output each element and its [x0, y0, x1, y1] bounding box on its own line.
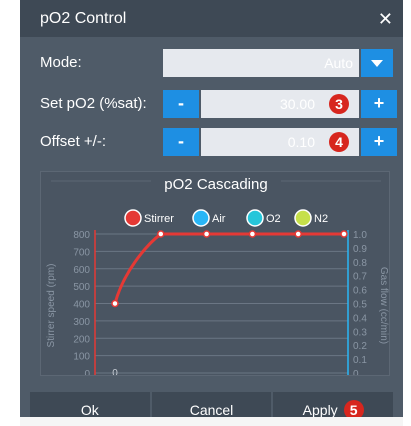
right-tick-label: 0.9	[353, 244, 367, 255]
apply-button[interactable]: Apply 5	[273, 392, 394, 418]
offset-value: 0.10	[287, 134, 315, 150]
chart-svg: pO2 Cascading Stirrer Air O2 N2 800 700 600 500 4…	[46, 176, 389, 376]
left-axis-title: Stirrer speed (rpm)	[46, 264, 57, 348]
mode-select[interactable]: 2 Auto	[163, 49, 359, 77]
mode-label: Mode:	[40, 54, 82, 71]
ok-button-label: Ok	[80, 401, 99, 418]
legend-marker-air	[192, 209, 210, 227]
background-bottom	[20, 417, 403, 426]
step-badge-5: 5	[343, 399, 364, 417]
close-icon[interactable]: ✕	[378, 10, 393, 28]
set-po2-increment-button[interactable]: +	[361, 90, 397, 118]
right-tick-label: 0	[353, 369, 359, 376]
left-tick-label: 500	[73, 282, 90, 293]
dialog-title: pO2 Control	[40, 9, 127, 27]
left-tick-label: 0	[84, 369, 90, 376]
mode-value: Auto	[324, 55, 353, 71]
right-tick-label: 0.5	[353, 300, 367, 311]
legend-marker-stirrer	[124, 209, 142, 227]
legend-label-stirrer: Stirrer	[144, 213, 174, 225]
mode-row: Mode: 2 Auto	[20, 48, 403, 78]
stirrer-data-point	[248, 230, 257, 238]
right-tick-label: 0.3	[353, 327, 367, 338]
background-left	[0, 0, 20, 426]
step-badge-4: 4	[329, 132, 349, 152]
legend-label-o2: O2	[266, 213, 281, 225]
left-tick-label: 400	[73, 300, 90, 311]
left-tick-label: 100	[73, 352, 90, 363]
right-tick-label: 0.6	[353, 286, 367, 297]
left-tick-label: 300	[73, 317, 90, 328]
left-tick-label: 200	[73, 334, 90, 345]
offset-input[interactable]: 0.10 4	[201, 128, 359, 156]
x-tick-label: 0	[112, 368, 118, 376]
right-tick-label: 0.7	[353, 272, 367, 283]
chart-title: pO2 Cascading	[164, 176, 267, 193]
set-po2-decrement-button[interactable]: -	[163, 90, 199, 118]
right-tick-label: 0.2	[353, 341, 367, 352]
right-tick-label: 0.1	[353, 355, 367, 366]
right-tick-label: 0.8	[353, 258, 367, 269]
right-tick-label: 0.4	[353, 313, 367, 324]
offset-increment-button[interactable]: +	[361, 128, 397, 156]
legend-label-n2: N2	[314, 213, 328, 225]
mode-dropdown-button[interactable]	[361, 49, 393, 77]
chevron-down-icon	[371, 59, 383, 67]
stirrer-data-point	[157, 230, 165, 238]
legend-marker-o2	[246, 209, 264, 227]
po2-control-dialog: pO2 Control ✕ Mode: 2 Auto Set pO2 (%sat…	[20, 0, 403, 417]
po2-cascading-chart: pO2 Cascading Stirrer Air O2 N2 800 700 600 500 4…	[40, 171, 390, 376]
left-tick-label: 700	[73, 247, 90, 258]
dialog-titlebar: pO2 Control ✕	[20, 0, 403, 37]
right-tick-label: 1.0	[353, 230, 367, 241]
left-tick-label: 800	[73, 230, 90, 241]
right-axis-title: Gas flow (cc/min)	[378, 267, 389, 344]
offset-row: Offset +/-: - 0.10 4 +	[20, 127, 403, 157]
step-badge-3: 3	[329, 94, 349, 114]
offset-decrement-button[interactable]: -	[163, 128, 199, 156]
cancel-button-label: Cancel	[189, 401, 234, 418]
legend-marker-n2	[294, 209, 312, 227]
stirrer-data-point	[294, 230, 302, 238]
cancel-button[interactable]: Cancel	[151, 392, 272, 418]
apply-button-label: Apply	[302, 401, 338, 418]
dialog-footer: Ok Cancel Apply 5	[20, 392, 403, 417]
left-tick-label: 600	[73, 265, 90, 276]
set-po2-row: Set pO2 (%sat): - 30.00 3 +	[20, 89, 403, 119]
stirrer-data-point	[340, 230, 348, 238]
legend-label-air: Air	[212, 213, 226, 225]
stirrer-data-point	[111, 299, 119, 308]
ok-button[interactable]: Ok	[30, 392, 150, 417]
set-po2-value: 30.00	[279, 96, 315, 112]
set-po2-input[interactable]: 30.00 3	[201, 90, 359, 118]
offset-label: Offset +/-:	[40, 133, 106, 150]
stirrer-data-point	[202, 230, 211, 238]
set-po2-label: Set pO2 (%sat):	[40, 95, 147, 112]
